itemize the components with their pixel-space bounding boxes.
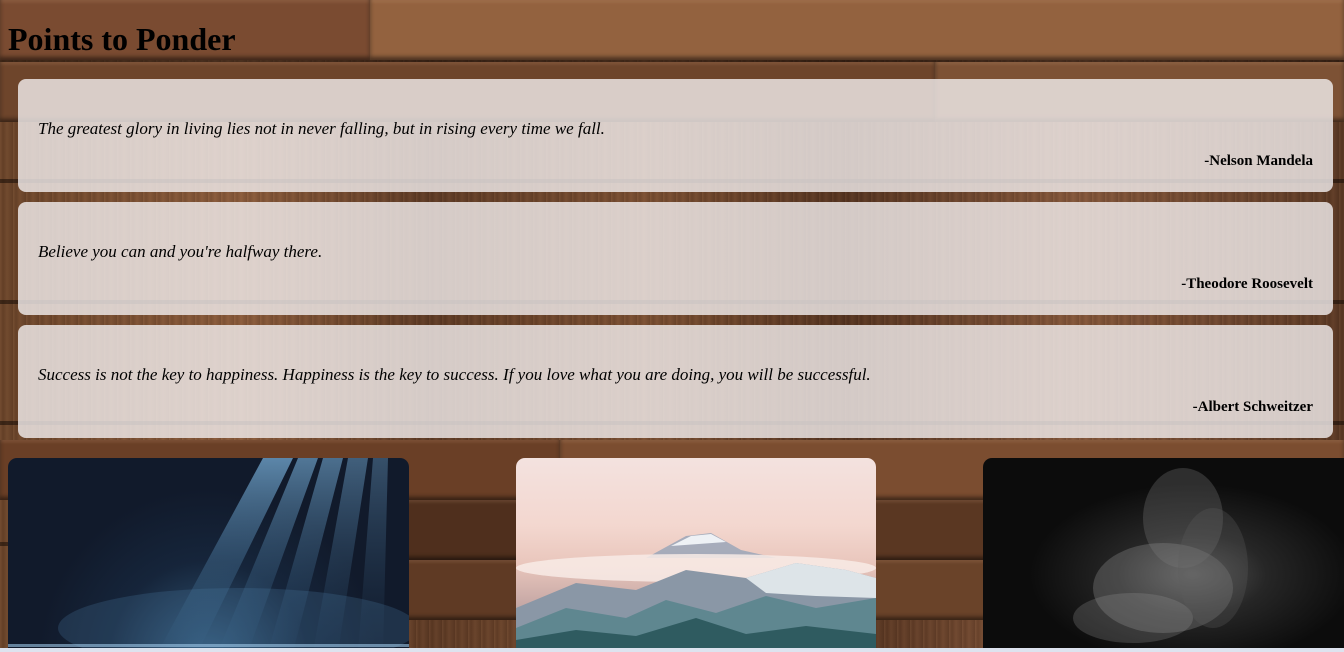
quote-text: The greatest glory in living lies not in… [38,119,605,138]
wood-plank [870,560,990,620]
quote-author: -Theodore Roosevelt [1181,276,1313,292]
light-rays-image [8,458,409,652]
smoke-image [1073,468,1248,643]
quote-author: -Nelson Mandela [1204,153,1313,169]
mountain-image [516,533,876,652]
smoke-photo [983,458,1344,652]
wood-plank [370,0,1344,60]
wood-plank [400,500,520,560]
quote-text: Success is not the key to happiness. Hap… [38,365,871,384]
quote-card: The greatest glory in living lies not in… [18,79,1333,192]
wood-plank [400,560,520,620]
light-rays-photo [8,458,409,652]
quote-card: Success is not the key to happiness. Hap… [18,325,1333,438]
quote-text: Believe you can and you're halfway there… [38,242,323,261]
page-title: Points to Ponder [8,21,236,57]
wood-plank [870,500,990,560]
horizontal-scrollbar-track [0,648,1344,652]
mountain-photo [516,458,876,652]
quote-author: -Albert Schweitzer [1192,399,1313,415]
quote-card: Believe you can and you're halfway there… [18,202,1333,315]
